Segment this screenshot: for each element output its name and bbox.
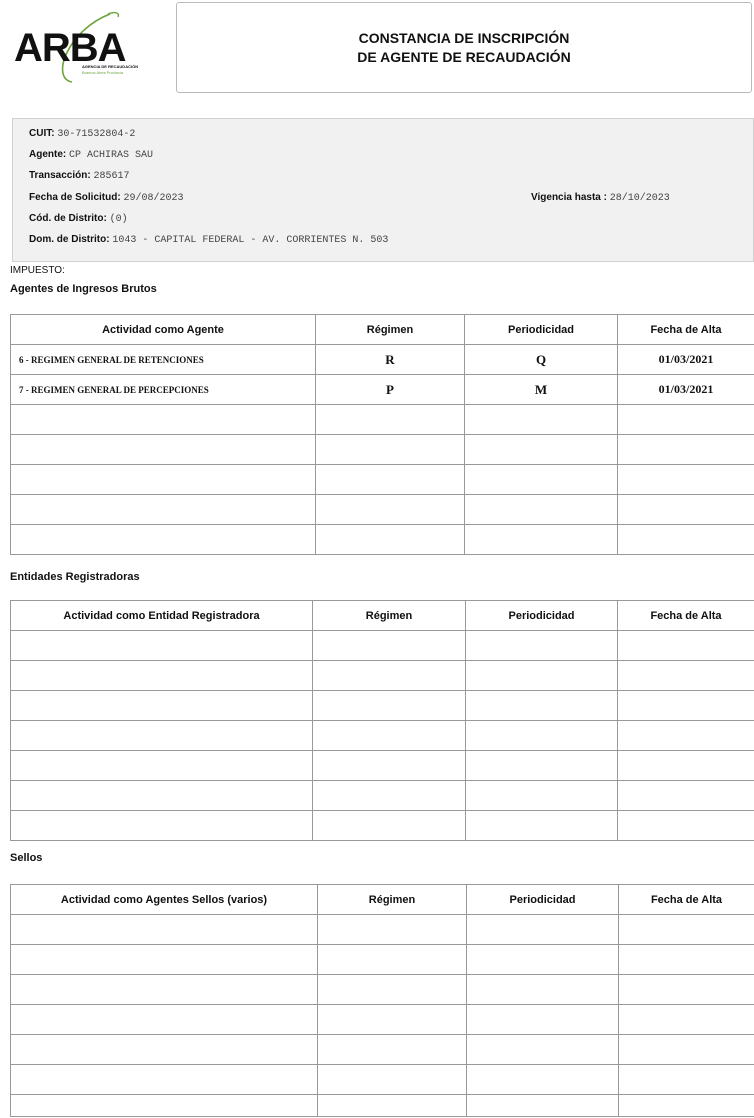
empty-table-row xyxy=(10,404,754,435)
vigencia-label: Vigencia hasta : xyxy=(531,192,607,203)
table-ingresos-brutos: Actividad como Agente Régimen Periodicid… xyxy=(10,314,754,555)
empty-table-row xyxy=(10,434,754,465)
periodicidad-cell: M xyxy=(464,374,618,405)
column-header: Periodicidad xyxy=(465,600,618,631)
table-row: 7 - REGIMEN GENERAL DE PERCEPCIONES P M … xyxy=(10,374,754,405)
empty-table-row xyxy=(10,630,754,661)
empty-table-row xyxy=(10,494,754,525)
column-header: Periodicidad xyxy=(466,884,619,915)
table-header-row: Actividad como Agente Régimen Periodicid… xyxy=(10,314,754,345)
domicilio-value: 1043 - CAPITAL FEDERAL - AV. CORRIENTES … xyxy=(112,235,389,246)
table-entidades-registradoras: Actividad como Entidad Registradora Régi… xyxy=(10,600,754,841)
column-header: Actividad como Agentes Sellos (varios) xyxy=(10,884,318,915)
logo-wordmark: ARBA xyxy=(14,26,127,70)
cuit-row: CUIT: 30-71532804-2 xyxy=(29,128,135,140)
document-title-line-2: DE AGENTE DE RECAUDACIÓN xyxy=(357,48,571,65)
column-header: Fecha de Alta xyxy=(617,600,754,631)
table-header-row: Actividad como Agentes Sellos (varios) R… xyxy=(10,884,754,915)
distrito-label: Cód. de Distrito: xyxy=(29,213,107,224)
section-title-ingresos: Agentes de Ingresos Brutos xyxy=(10,283,157,295)
arba-logo: ARBA AGENCIA DE RECAUDACIÓN Buenos Aires… xyxy=(10,8,170,84)
domicilio-row: Dom. de Distrito: 1043 - CAPITAL FEDERAL… xyxy=(29,234,388,246)
cuit-label: CUIT: xyxy=(29,128,55,139)
empty-table-row xyxy=(10,660,754,691)
column-header: Fecha de Alta xyxy=(617,314,754,345)
empty-table-row xyxy=(10,810,754,841)
agente-value: CP ACHIRAS SAU xyxy=(69,150,154,161)
distrito-value: (0) xyxy=(109,214,128,225)
empty-table-row xyxy=(10,1094,754,1117)
empty-table-row xyxy=(10,720,754,751)
document-title-box: CONSTANCIA DE INSCRIPCIÓN DE AGENTE DE R… xyxy=(176,2,752,93)
section-title-sellos: Sellos xyxy=(10,852,43,864)
empty-table-row xyxy=(10,1004,754,1035)
empty-table-row xyxy=(10,914,754,945)
vigencia-value: 28/10/2023 xyxy=(609,193,670,204)
empty-table-row xyxy=(10,944,754,975)
empty-table-row xyxy=(10,780,754,811)
agente-label: Agente: xyxy=(29,149,67,160)
column-header: Régimen xyxy=(312,600,466,631)
regimen-cell: R xyxy=(315,344,465,375)
fecha-alta-cell: 01/03/2021 xyxy=(617,344,754,375)
empty-table-row xyxy=(10,464,754,495)
column-header: Régimen xyxy=(317,884,467,915)
vigencia-row: Vigencia hasta : 28/10/2023 xyxy=(531,192,670,204)
fecha-solicitud-row: Fecha de Solicitud: 29/08/2023 xyxy=(29,192,183,204)
agente-row: Agente: CP ACHIRAS SAU xyxy=(29,149,153,161)
transaccion-value: 285617 xyxy=(93,171,130,182)
logo-subtitle-agency: AGENCIA DE RECAUDACIÓN xyxy=(82,64,139,69)
cuit-value: 30-71532804-2 xyxy=(57,129,136,140)
actividad-cell: 6 - REGIMEN GENERAL DE RETENCIONES xyxy=(10,344,316,375)
empty-table-row xyxy=(10,524,754,555)
fecha-solicitud-value: 29/08/2023 xyxy=(123,193,184,204)
column-header: Actividad como Agente xyxy=(10,314,316,345)
regimen-cell: P xyxy=(315,374,465,405)
fecha-solicitud-label: Fecha de Solicitud: xyxy=(29,192,121,203)
section-title-entidades: Entidades Registradoras xyxy=(10,571,140,583)
empty-table-row xyxy=(10,750,754,781)
actividad-cell: 7 - REGIMEN GENERAL DE PERCEPCIONES xyxy=(10,374,316,405)
empty-table-row xyxy=(10,1064,754,1095)
table-row: 6 - REGIMEN GENERAL DE RETENCIONES R Q 0… xyxy=(10,344,754,375)
document-title-line-1: CONSTANCIA DE INSCRIPCIÓN xyxy=(358,29,570,46)
logo-subtitle-province: Buenos Aires Provincia xyxy=(82,70,124,75)
empty-table-row xyxy=(10,974,754,1005)
fecha-alta-cell: 01/03/2021 xyxy=(617,374,754,405)
distrito-row: Cód. de Distrito: (0) xyxy=(29,213,128,225)
domicilio-label: Dom. de Distrito: xyxy=(29,234,110,245)
column-header: Periodicidad xyxy=(464,314,618,345)
periodicidad-cell: Q xyxy=(464,344,618,375)
column-header: Régimen xyxy=(315,314,465,345)
column-header: Fecha de Alta xyxy=(618,884,754,915)
empty-table-row xyxy=(10,1034,754,1065)
empty-table-row xyxy=(10,690,754,721)
table-header-row: Actividad como Entidad Registradora Régi… xyxy=(10,600,754,631)
column-header: Actividad como Entidad Registradora xyxy=(10,600,313,631)
agent-info-panel: CUIT: 30-71532804-2 Agente: CP ACHIRAS S… xyxy=(12,118,754,262)
transaccion-label: Transacción: xyxy=(29,170,91,181)
impuesto-label: IMPUESTO: xyxy=(10,265,65,276)
transaccion-row: Transacción: 285617 xyxy=(29,170,130,182)
table-sellos: Actividad como Agentes Sellos (varios) R… xyxy=(10,884,754,1117)
